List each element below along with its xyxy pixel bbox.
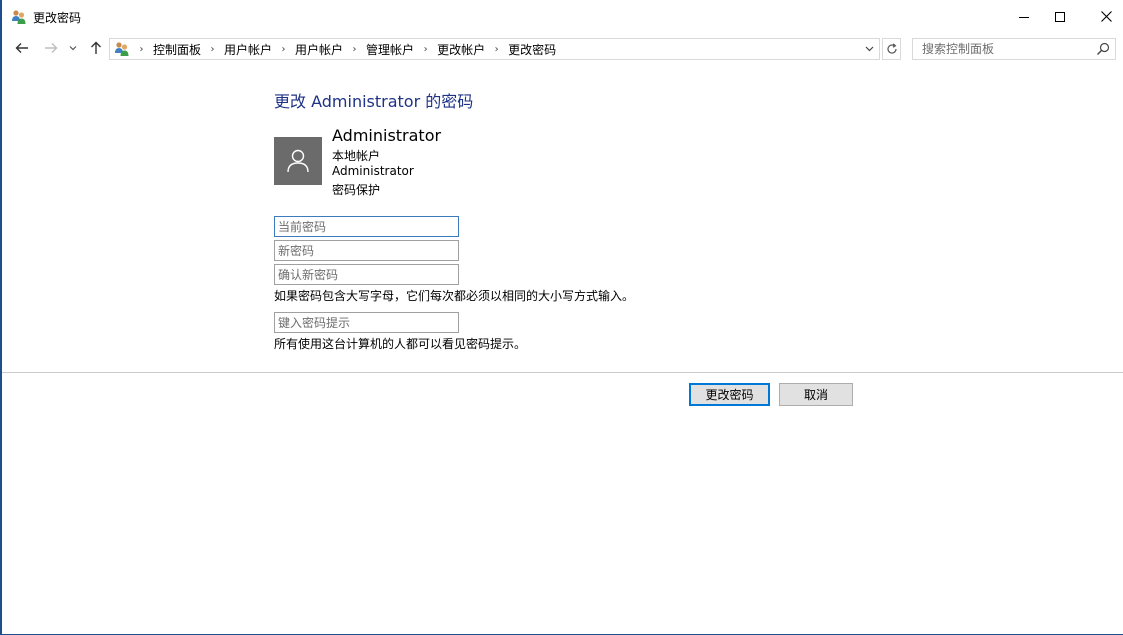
change-password-button[interactable]: 更改密码 — [689, 383, 770, 406]
breadcrumb-manage-accounts[interactable]: 管理帐户 — [362, 41, 418, 58]
arrow-left-icon — [15, 43, 28, 53]
forward-button[interactable] — [41, 38, 61, 58]
address-dropdown-button[interactable] — [862, 42, 876, 56]
case-sensitivity-note: 如果密码包含大写字母，它们每次都必须以相同的大小写方式输入。 — [274, 289, 635, 303]
close-icon — [1100, 11, 1112, 22]
close-button[interactable] — [1083, 0, 1123, 33]
search-input[interactable] — [913, 39, 1093, 59]
arrow-up-icon — [91, 41, 101, 54]
breadcrumb: › 控制面板 › 用户帐户 › 用户帐户 › 管理帐户 › 更改帐户 › 更改密… — [134, 39, 560, 59]
window-border-left — [0, 0, 2, 635]
account-type: 本地帐户 — [332, 149, 381, 163]
back-button[interactable] — [12, 38, 32, 58]
up-button[interactable] — [86, 38, 106, 58]
users-icon — [11, 9, 27, 25]
maximize-icon — [1055, 11, 1065, 22]
users-icon — [114, 41, 130, 57]
chevron-right-icon[interactable]: › — [347, 44, 362, 55]
cancel-button[interactable]: 取消 — [779, 383, 853, 406]
current-password-field[interactable] — [274, 216, 459, 237]
account-name: Administrator — [332, 126, 442, 145]
window-title: 更改密码 — [33, 11, 82, 25]
account-username: Administrator — [332, 164, 414, 178]
search-icon[interactable] — [1096, 42, 1110, 56]
breadcrumb-change-account[interactable]: 更改帐户 — [433, 41, 489, 58]
chevron-right-icon[interactable]: › — [134, 44, 149, 55]
page-title: 更改 Administrator 的密码 — [274, 92, 474, 111]
breadcrumb-user-accounts-2[interactable]: 用户帐户 — [291, 41, 347, 58]
arrow-right-icon — [45, 43, 58, 53]
chevron-right-icon[interactable]: › — [276, 44, 291, 55]
chevron-down-icon — [69, 46, 77, 51]
recent-locations-button[interactable] — [66, 38, 80, 58]
minimize-icon — [1019, 16, 1029, 18]
breadcrumb-user-accounts[interactable]: 用户帐户 — [220, 41, 276, 58]
refresh-button[interactable] — [882, 38, 901, 60]
breadcrumb-change-password[interactable]: 更改密码 — [504, 41, 560, 58]
chevron-right-icon[interactable]: › — [205, 44, 220, 55]
search-box[interactable] — [912, 38, 1116, 60]
chevron-right-icon[interactable]: › — [418, 44, 433, 55]
refresh-icon — [886, 43, 897, 54]
chevron-right-icon[interactable]: › — [489, 44, 504, 55]
title-bar: 更改密码 — [2, 0, 1123, 33]
breadcrumb-control-panel[interactable]: 控制面板 — [149, 41, 205, 58]
avatar — [274, 137, 322, 185]
new-password-field[interactable] — [274, 240, 459, 261]
navigation-bar: › 控制面板 › 用户帐户 › 用户帐户 › 管理帐户 › 更改帐户 › 更改密… — [2, 33, 1123, 63]
account-protection: 密码保护 — [332, 183, 381, 197]
confirm-password-field[interactable] — [274, 264, 459, 285]
password-hint-field[interactable] — [274, 312, 459, 333]
maximize-button[interactable] — [1037, 0, 1083, 33]
divider — [2, 372, 1123, 373]
user-icon — [287, 149, 309, 173]
hint-visibility-note: 所有使用这台计算机的人都可以看见密码提示。 — [274, 337, 527, 351]
chevron-down-icon — [865, 46, 873, 52]
address-bar[interactable]: › 控制面板 › 用户帐户 › 用户帐户 › 管理帐户 › 更改帐户 › 更改密… — [109, 38, 880, 60]
